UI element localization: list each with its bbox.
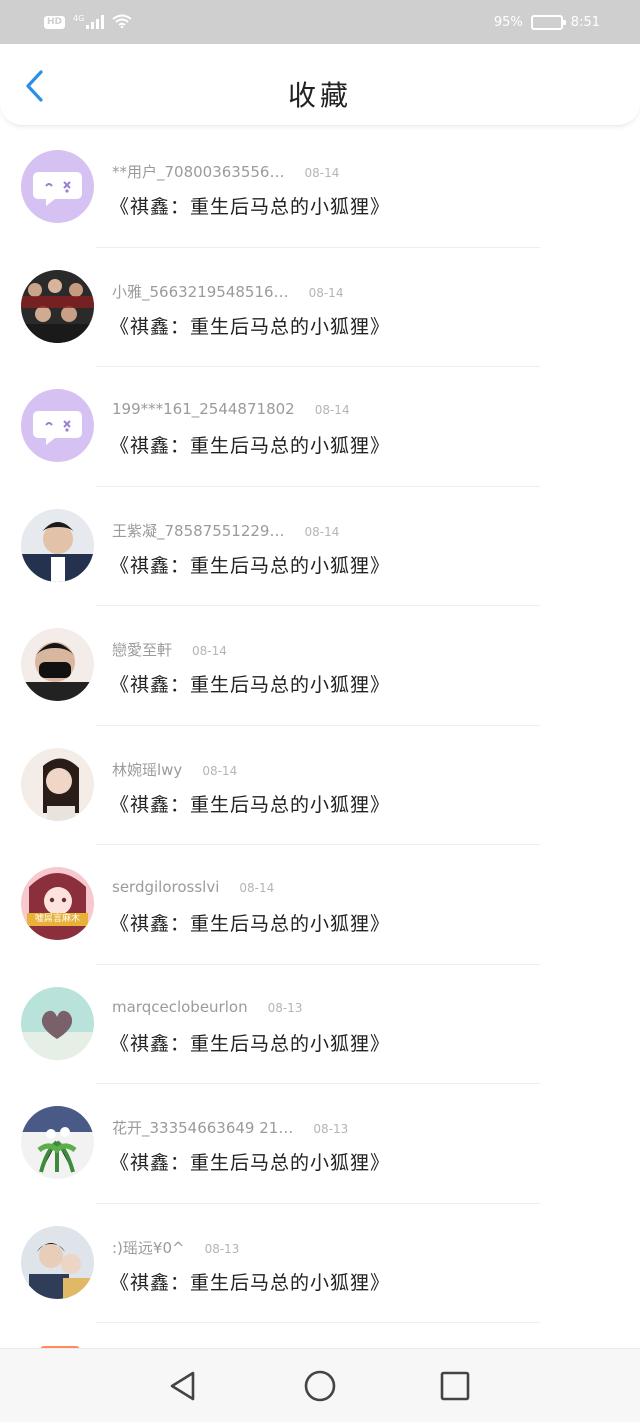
user-avatar[interactable] bbox=[21, 389, 94, 462]
favorite-list-item[interactable]: 花开_33354663649 21… 08-13 《祺鑫：重生后马总的小狐狸》 bbox=[0, 1084, 640, 1204]
status-bar: HD 4G 95% 8:51 bbox=[0, 0, 640, 44]
user-avatar[interactable] bbox=[21, 747, 94, 821]
user-avatar[interactable] bbox=[21, 269, 94, 343]
page-title: 收藏 bbox=[287, 79, 352, 112]
favorite-list-item[interactable]: **用户_70800363556… 08-14 《祺鑫：重生后马总的小狐狸》 bbox=[0, 128, 640, 248]
user-avatar[interactable] bbox=[21, 150, 94, 223]
square-recent-icon bbox=[440, 1371, 470, 1401]
username: serdgilorosslvi bbox=[112, 878, 220, 896]
favorite-date: 08-14 bbox=[308, 285, 344, 300]
favorite-list-item[interactable]: 嘘屌言麻木 serdgilorosslvi 08-14 《祺鑫：重生后马总的小狐狸》 bbox=[0, 845, 640, 965]
favorite-date: 08-13 bbox=[204, 1241, 240, 1256]
favorites-list: **用户_70800363556… 08-14 《祺鑫：重生后马总的小狐狸》 小雅_5… bbox=[0, 128, 640, 1346]
story-title: 《祺鑫：重生后马总的小狐狸》 bbox=[110, 793, 391, 816]
hd-badge: HD bbox=[44, 15, 66, 29]
favorite-list-item[interactable]: 199***161_2544871802 08-14 《祺鑫：重生后马总的小狐狸》 bbox=[0, 367, 640, 487]
favorite-list-item[interactable]: 王紫凝_78587551229… 08-14 《祺鑫：重生后马总的小狐狸》 bbox=[0, 487, 640, 606]
favorite-date: 08-14 bbox=[304, 524, 340, 539]
username: 林婉瑶lwy bbox=[112, 760, 183, 779]
story-title: 《祺鑫：重生后马总的小狐狸》 bbox=[110, 1032, 391, 1055]
battery-icon bbox=[530, 14, 566, 30]
favorite-list-item[interactable]: marqceclobeurlon 08-13 《祺鑫：重生后马总的小狐狸》 bbox=[0, 965, 640, 1084]
favorite-date: 08-13 bbox=[313, 1122, 349, 1136]
status-left: HD 4G bbox=[44, 14, 132, 30]
user-avatar[interactable] bbox=[21, 508, 94, 582]
signal-icon bbox=[86, 15, 105, 29]
circle-home-icon bbox=[304, 1370, 336, 1402]
clock: 8:51 bbox=[570, 14, 600, 30]
favorite-date: 08-14 bbox=[314, 403, 350, 417]
story-title: 《祺鑫：重生后马总的小狐狸》 bbox=[110, 1271, 391, 1294]
divider bbox=[96, 1322, 540, 1323]
story-title: 《祺鑫：重生后马总的小狐狸》 bbox=[110, 554, 391, 577]
triangle-back-icon bbox=[170, 1371, 195, 1401]
item-meta: 林婉瑶lwy 08-14 bbox=[112, 759, 237, 780]
username: :)瑶远¥0^ bbox=[112, 1238, 185, 1257]
username: 199***161_2544871802 bbox=[112, 400, 295, 418]
favorite-date: 08-14 bbox=[192, 644, 227, 658]
network-type-label: 4G bbox=[73, 13, 85, 23]
user-avatar[interactable] bbox=[21, 1225, 94, 1299]
nav-recent-button[interactable] bbox=[435, 1366, 475, 1406]
username: **用户_70800363556… bbox=[112, 163, 285, 181]
status-right: 95% 8:51 bbox=[493, 14, 600, 30]
app-header: 收藏 bbox=[0, 44, 640, 126]
story-title: 《祺鑫：重生后马总的小狐狸》 bbox=[110, 435, 391, 457]
item-meta: marqceclobeurlon 08-13 bbox=[112, 998, 302, 1016]
username: marqceclobeurlon bbox=[112, 997, 248, 1016]
story-title: 《祺鑫：重生后马总的小狐狸》 bbox=[110, 315, 391, 338]
username: 戀愛至軒 bbox=[112, 641, 173, 659]
story-title: 《祺鑫：重生后马总的小狐狸》 bbox=[110, 913, 391, 935]
username: 小雅_5663219548516… bbox=[112, 282, 289, 301]
item-meta: **用户_70800363556… 08-14 bbox=[112, 161, 339, 182]
item-meta: 花开_33354663649 21… 08-13 bbox=[112, 1117, 348, 1138]
user-avatar[interactable] bbox=[21, 1106, 94, 1179]
story-title: 《祺鑫：重生后马总的小狐狸》 bbox=[110, 674, 391, 696]
item-meta: :)瑶远¥0^ 08-13 bbox=[112, 1237, 239, 1258]
story-title: 《祺鑫：重生后马总的小狐狸》 bbox=[110, 1152, 391, 1174]
username: 王紫凝_78587551229… bbox=[112, 521, 285, 540]
avatar-caption: 嘘屌言麻木 bbox=[27, 913, 88, 926]
favorite-date: 08-14 bbox=[239, 881, 275, 895]
user-avatar[interactable]: 嘘屌言麻木 bbox=[21, 867, 94, 940]
story-title: 《祺鑫：重生后马总的小狐狸》 bbox=[110, 196, 391, 218]
favorite-list-item[interactable]: 小雅_5663219548516… 08-14 《祺鑫：重生后马总的小狐狸》 bbox=[0, 248, 640, 367]
battery-percent: 95% bbox=[493, 14, 523, 30]
favorite-list-item[interactable]: 林婉瑶lwy 08-14 《祺鑫：重生后马总的小狐狸》 bbox=[0, 726, 640, 845]
favorites-screen: HD 4G 95% 8:51 收藏 **用户_70800363556… 08-1… bbox=[0, 0, 640, 1422]
favorite-date: 08-14 bbox=[202, 763, 238, 778]
username: 花开_33354663649 21… bbox=[112, 1119, 294, 1137]
wifi-icon bbox=[112, 14, 132, 30]
favorite-list-item[interactable]: :)瑶远¥0^ 08-13 《祺鑫：重生后马总的小狐狸》 bbox=[0, 1204, 640, 1323]
system-nav-bar bbox=[0, 1348, 640, 1422]
item-meta: 戀愛至軒 08-14 bbox=[112, 639, 227, 660]
item-meta: serdgilorosslvi 08-14 bbox=[112, 878, 274, 896]
item-meta: 199***161_2544871802 08-14 bbox=[112, 400, 350, 418]
item-meta: 小雅_5663219548516… 08-14 bbox=[112, 281, 343, 302]
favorite-list-item[interactable]: 戀愛至軒 08-14 《祺鑫：重生后马总的小狐狸》 bbox=[0, 606, 640, 726]
favorite-date: 08-13 bbox=[267, 1000, 303, 1015]
user-avatar[interactable] bbox=[21, 986, 94, 1060]
item-meta: 王紫凝_78587551229… 08-14 bbox=[112, 520, 339, 541]
favorite-date: 08-14 bbox=[304, 166, 340, 180]
nav-back-button[interactable] bbox=[163, 1366, 203, 1406]
user-avatar[interactable] bbox=[21, 628, 94, 701]
nav-home-button[interactable] bbox=[300, 1366, 340, 1406]
